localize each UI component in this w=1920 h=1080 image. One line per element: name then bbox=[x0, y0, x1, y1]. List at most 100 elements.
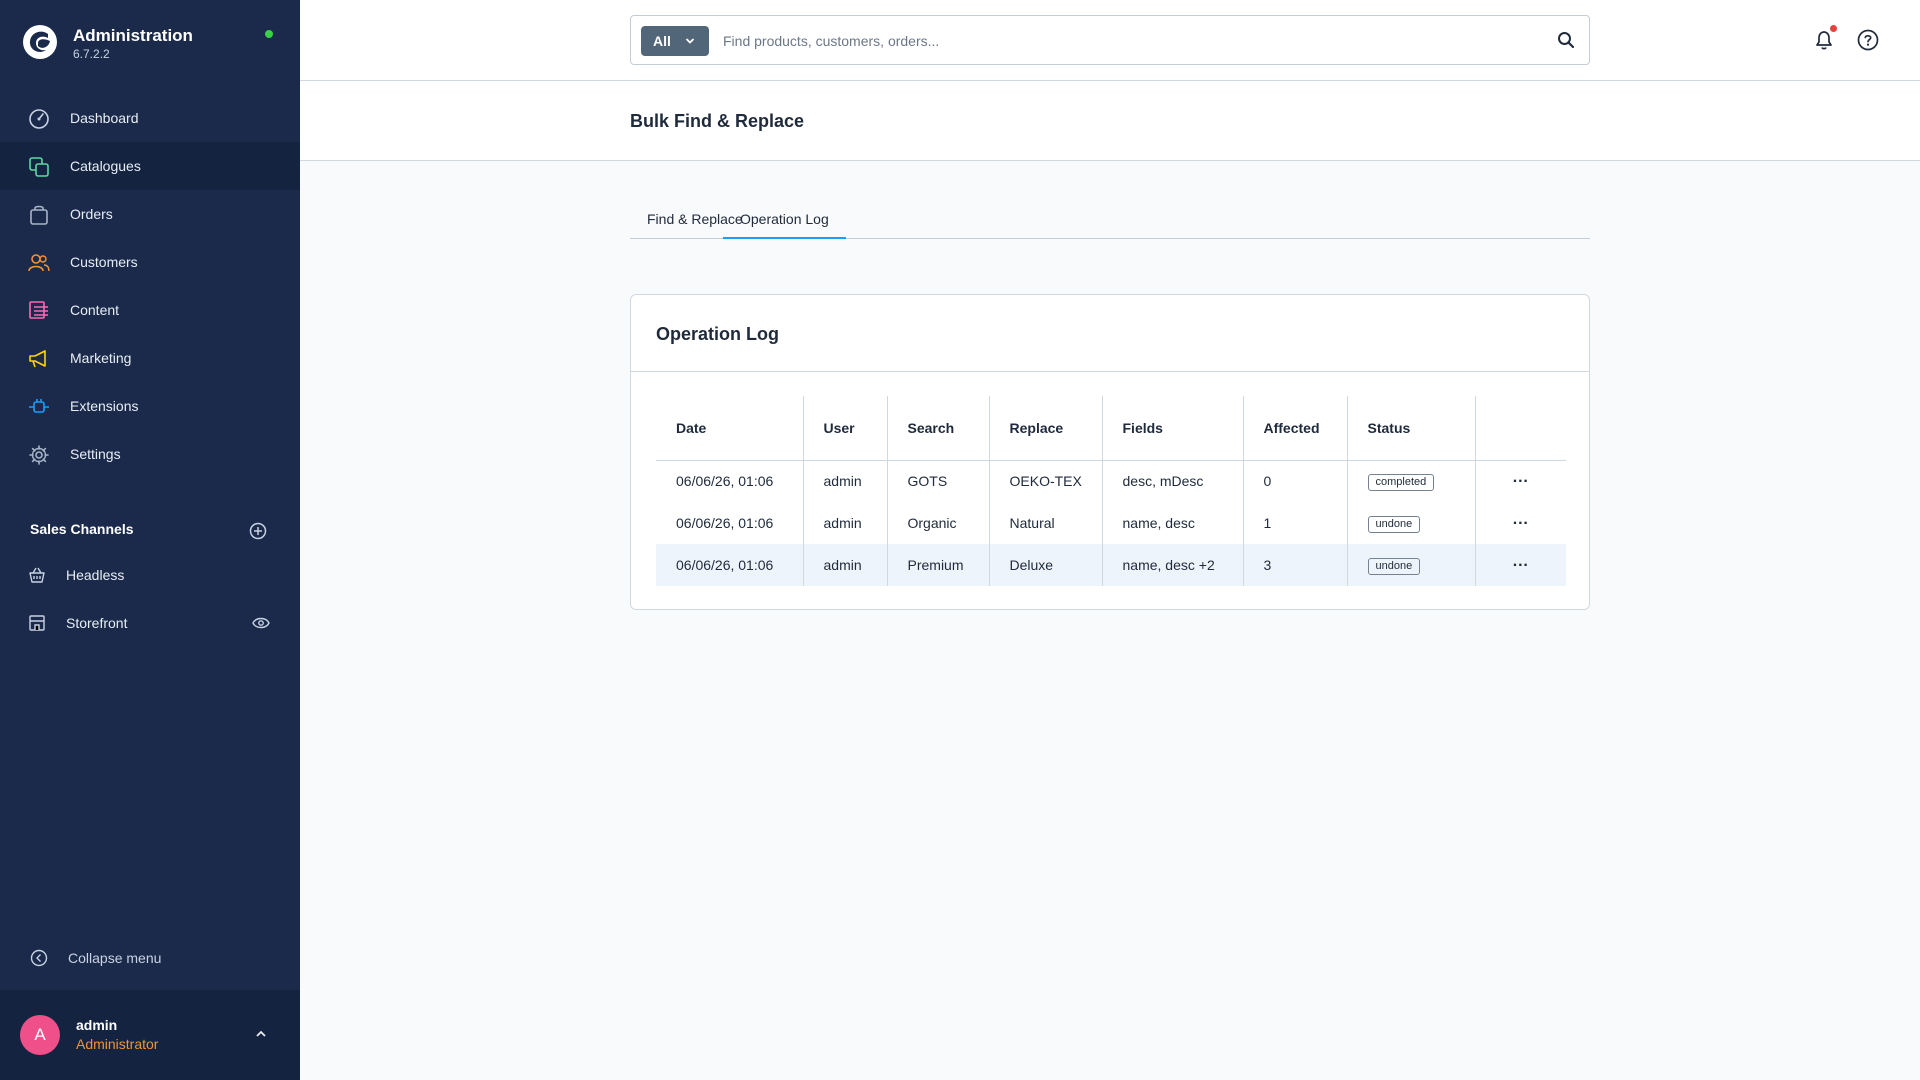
gear-icon bbox=[29, 445, 49, 465]
sidebar-item-orders[interactable]: Orders bbox=[0, 190, 300, 238]
sidebar-item-extensions[interactable]: Extensions bbox=[0, 382, 300, 430]
cell-actions: ··· bbox=[1475, 502, 1566, 544]
sidebar: Administration 6.7.2.2 Dashboard Catalog… bbox=[0, 0, 300, 1080]
cell-actions: ··· bbox=[1475, 544, 1566, 586]
add-sales-channel-icon[interactable] bbox=[249, 522, 267, 540]
column-header-status[interactable]: Status bbox=[1347, 396, 1476, 461]
sidebar-item-marketing[interactable]: Marketing bbox=[0, 334, 300, 382]
sidebar-item-label: Orders bbox=[70, 206, 113, 222]
column-header-search[interactable]: Search bbox=[887, 396, 990, 461]
eye-icon[interactable] bbox=[252, 616, 270, 630]
sidebar-item-settings[interactable]: Settings bbox=[0, 430, 300, 478]
brand-header: Administration 6.7.2.2 bbox=[0, 0, 300, 80]
content-icon bbox=[29, 301, 48, 319]
app-title: Administration bbox=[73, 26, 193, 45]
row-actions-button[interactable]: ··· bbox=[1513, 474, 1529, 490]
cell-replace: OEKO-TEX bbox=[989, 460, 1103, 502]
catalogue-icon bbox=[29, 157, 49, 177]
cell-replace: Natural bbox=[989, 502, 1103, 544]
cell-search: GOTS bbox=[887, 460, 990, 502]
megaphone-icon bbox=[29, 350, 46, 368]
table-row: 06/06/26, 01:06 admin GOTS OEKO-TEX desc… bbox=[656, 460, 1566, 502]
sidebar-item-label: Marketing bbox=[70, 350, 132, 366]
tab-bar: Find & Replace Operation Log bbox=[630, 203, 1590, 239]
global-search: All bbox=[630, 15, 1590, 65]
cell-affected: 1 bbox=[1243, 502, 1348, 544]
main-navigation: Dashboard Catalogues Orders Customers Co… bbox=[0, 94, 300, 478]
cell-fields: name, desc bbox=[1102, 502, 1244, 544]
sidebar-item-label: Customers bbox=[70, 254, 138, 270]
column-header-date[interactable]: Date bbox=[656, 396, 804, 461]
card-divider bbox=[631, 371, 1589, 372]
sales-channel-label: Headless bbox=[66, 567, 125, 583]
search-type-select[interactable]: All bbox=[641, 26, 709, 56]
cell-fields: name, desc +2 bbox=[1102, 544, 1244, 586]
cell-date: 06/06/26, 01:06 bbox=[656, 460, 804, 502]
chevron-left-circle-icon bbox=[30, 949, 48, 967]
row-actions-button[interactable]: ··· bbox=[1513, 516, 1529, 532]
column-header-affected[interactable]: Affected bbox=[1243, 396, 1348, 461]
sidebar-item-dashboard[interactable]: Dashboard bbox=[0, 94, 300, 142]
basket-icon bbox=[29, 567, 45, 583]
search-input[interactable] bbox=[723, 26, 1523, 56]
cell-user: admin bbox=[803, 544, 888, 586]
status-badge: undone bbox=[1367, 515, 1421, 533]
cell-affected: 0 bbox=[1243, 460, 1348, 502]
sidebar-item-label: Settings bbox=[70, 446, 121, 462]
sales-channels-title: Sales Channels bbox=[30, 521, 134, 537]
sidebar-item-label: Catalogues bbox=[70, 158, 141, 174]
sales-channel-headless[interactable]: Headless bbox=[0, 555, 300, 595]
column-header-replace[interactable]: Replace bbox=[989, 396, 1103, 461]
help-icon[interactable] bbox=[1856, 28, 1880, 52]
table-row: 06/06/26, 01:06 admin Premium Deluxe nam… bbox=[656, 544, 1566, 586]
sales-channel-label: Storefront bbox=[66, 615, 128, 631]
shopware-logo-icon[interactable] bbox=[22, 24, 58, 60]
collapse-menu-label: Collapse menu bbox=[68, 950, 162, 966]
cell-fields: desc, mDesc bbox=[1102, 460, 1244, 502]
status-badge: completed bbox=[1367, 473, 1435, 491]
cell-affected: 3 bbox=[1243, 544, 1348, 586]
card-title: Operation Log bbox=[656, 324, 779, 344]
sidebar-item-content[interactable]: Content bbox=[0, 286, 300, 334]
row-actions-button[interactable]: ··· bbox=[1513, 558, 1529, 574]
table-row: 06/06/26, 01:06 admin Organic Natural na… bbox=[656, 502, 1566, 544]
avatar: A bbox=[20, 1015, 60, 1055]
cell-search: Premium bbox=[887, 544, 990, 586]
chevron-down-icon bbox=[685, 38, 695, 44]
user-menu[interactable]: A admin Administrator bbox=[0, 990, 300, 1080]
user-name: admin bbox=[76, 1017, 118, 1033]
collapse-menu-button[interactable]: Collapse menu bbox=[0, 938, 300, 978]
cell-user: admin bbox=[803, 460, 888, 502]
operation-log-card: Operation Log Date User Search Replace F… bbox=[630, 294, 1590, 610]
gauge-icon bbox=[29, 109, 49, 129]
sidebar-item-label: Dashboard bbox=[70, 110, 139, 126]
shopping-bag-icon bbox=[30, 205, 48, 225]
notification-badge bbox=[1830, 25, 1837, 32]
sidebar-item-label: Extensions bbox=[70, 398, 139, 414]
plug-icon bbox=[29, 399, 49, 413]
cell-status: completed bbox=[1347, 460, 1476, 502]
sidebar-item-label: Content bbox=[70, 302, 120, 318]
table-header-row: Date User Search Replace Fields Affected… bbox=[656, 396, 1566, 461]
tab-operation-log[interactable]: Operation Log bbox=[723, 211, 846, 239]
cell-status: undone bbox=[1347, 502, 1476, 544]
storefront-icon bbox=[29, 615, 45, 631]
column-header-user[interactable]: User bbox=[803, 396, 888, 461]
column-header-fields[interactable]: Fields bbox=[1102, 396, 1244, 461]
cell-replace: Deluxe bbox=[989, 544, 1103, 586]
search-type-label: All bbox=[653, 33, 671, 49]
top-bar: All bbox=[300, 0, 1920, 81]
cell-actions: ··· bbox=[1475, 460, 1566, 502]
operation-log-table: Date User Search Replace Fields Affected… bbox=[656, 396, 1566, 586]
cell-search: Organic bbox=[887, 502, 990, 544]
sidebar-item-catalogues[interactable]: Catalogues bbox=[0, 142, 300, 190]
page-header: Bulk Find & Replace bbox=[300, 81, 1920, 161]
online-status-indicator bbox=[265, 30, 273, 38]
search-icon[interactable] bbox=[1557, 31, 1575, 49]
chevron-up-icon[interactable] bbox=[254, 1027, 268, 1041]
status-badge: undone bbox=[1367, 557, 1421, 575]
sidebar-item-customers[interactable]: Customers bbox=[0, 238, 300, 286]
page-title: Bulk Find & Replace bbox=[630, 111, 805, 131]
sales-channel-storefront[interactable]: Storefront bbox=[0, 603, 300, 643]
column-header-actions bbox=[1475, 396, 1566, 461]
